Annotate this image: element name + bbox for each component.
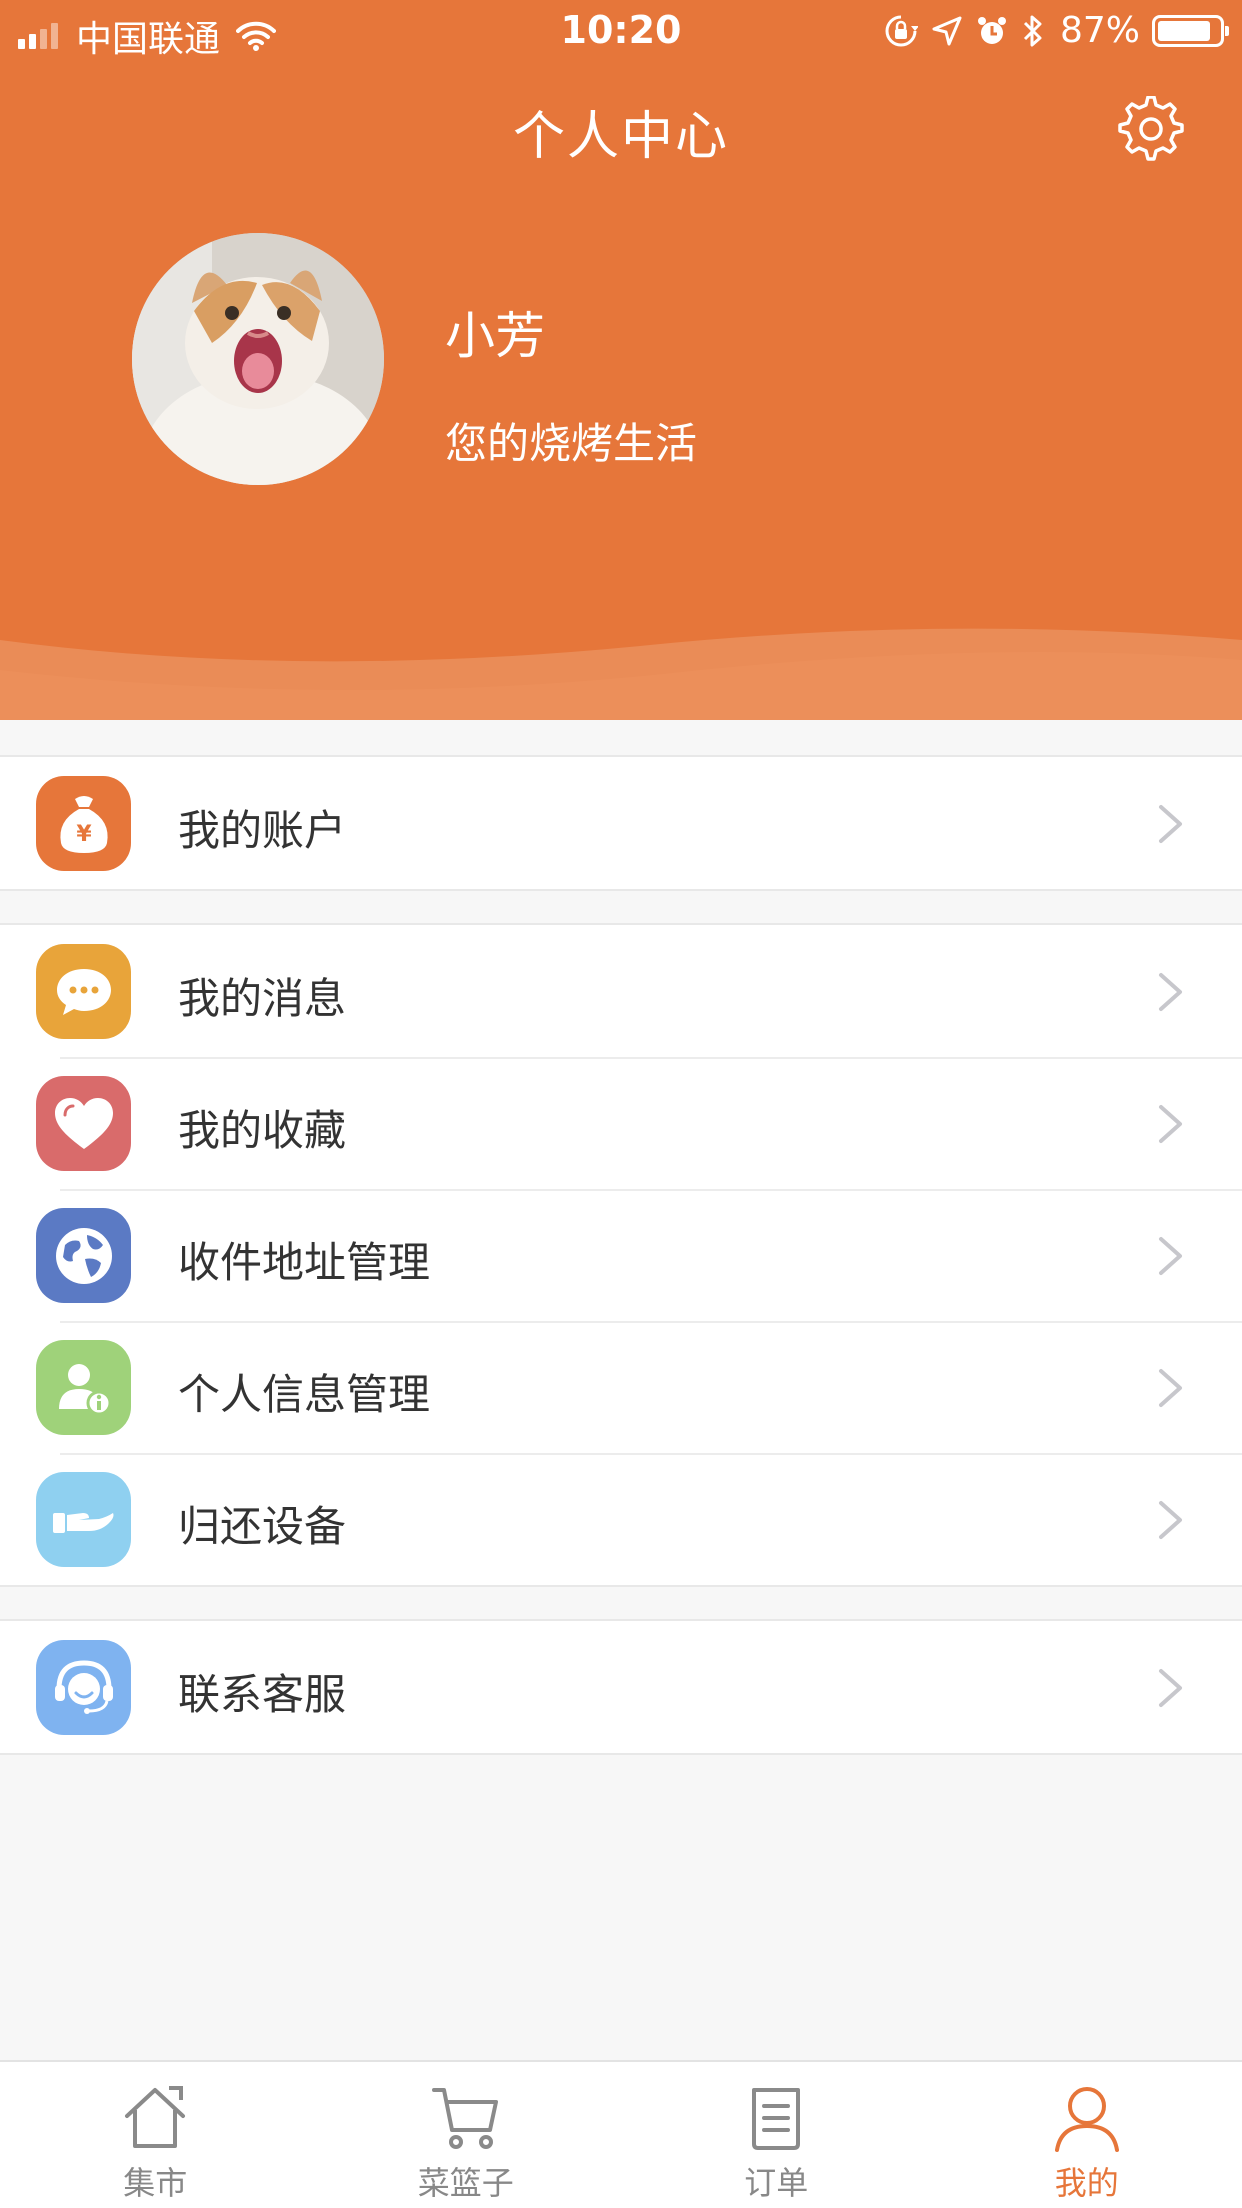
status-bar: 中国联通 10:20 87% [0, 0, 1242, 60]
globe-icon [36, 1208, 131, 1303]
tab-label: 订单 [744, 2164, 809, 2202]
battery-level [1158, 20, 1211, 41]
hand-icon [36, 1472, 131, 1567]
person-icon [1054, 2087, 1119, 2152]
tab-label: 菜篮子 [417, 2164, 514, 2202]
tab-mine[interactable]: 我的 [932, 2062, 1242, 2208]
gear-icon [1118, 95, 1184, 161]
money-bag-icon: ¥ [36, 776, 131, 871]
menu-item-messages[interactable]: 我的消息 [0, 925, 1242, 1057]
menu-item-label: 联系客服 [178, 1670, 347, 1719]
cart-icon [431, 2088, 498, 2149]
battery-icon [1152, 14, 1229, 47]
user-name: 小芳 [445, 307, 545, 365]
house-icon [125, 2086, 186, 2148]
user-slogan: 您的烧烤生活 [445, 419, 698, 468]
chevron-right-icon [1159, 1105, 1182, 1143]
rotation-lock-icon [884, 14, 918, 48]
bluetooth-icon [1022, 14, 1044, 48]
alarm-icon [976, 15, 1008, 47]
svg-text:¥: ¥ [76, 822, 92, 847]
location-icon [932, 16, 962, 46]
menu-item-address[interactable]: 收件地址管理 [0, 1189, 1242, 1321]
menu-item-label: 我的账户 [178, 806, 347, 855]
chevron-right-icon [1159, 973, 1182, 1011]
chevron-right-icon [1159, 1237, 1182, 1275]
status-right: 87% [870, 10, 1229, 51]
heart-icon [36, 1076, 131, 1171]
profile-header: 中国联通 10:20 87% 个人中心 小芳 您的烧烤生活 [0, 0, 1242, 720]
menu-item-customer-service[interactable]: 联系客服 [0, 1621, 1242, 1753]
chevron-right-icon [1159, 1369, 1182, 1407]
menu-group-account: ¥ 我的账户 [0, 755, 1242, 891]
menu-item-account[interactable]: ¥ 我的账户 [0, 757, 1242, 889]
user-info-icon [36, 1340, 131, 1435]
avatar[interactable] [132, 233, 384, 485]
battery-percent: 87% [1059, 10, 1140, 51]
cat-photo [132, 233, 384, 485]
menu-group-support: 联系客服 [0, 1619, 1242, 1755]
chevron-right-icon [1159, 1669, 1182, 1707]
tab-basket[interactable]: 菜篮子 [311, 2062, 622, 2208]
menu-item-label: 个人信息管理 [178, 1370, 431, 1419]
tab-label: 集市 [123, 2164, 188, 2202]
menu-item-favorites[interactable]: 我的收藏 [0, 1057, 1242, 1189]
menu-item-label: 我的消息 [178, 974, 347, 1023]
document-icon [752, 2088, 801, 2150]
menu-item-return-device[interactable]: 归还设备 [0, 1453, 1242, 1585]
chat-bubble-icon [36, 944, 131, 1039]
chevron-right-icon [1159, 805, 1182, 843]
page-title: 个人中心 [512, 107, 729, 167]
tab-orders[interactable]: 订单 [621, 2062, 932, 2208]
tab-label: 我的 [1054, 2164, 1119, 2202]
menu-item-label: 归还设备 [178, 1502, 347, 1551]
menu-item-personal-info[interactable]: 个人信息管理 [0, 1321, 1242, 1453]
tab-bar: 集市 菜篮子 订单 我的 [0, 2060, 1242, 2208]
menu-item-label: 收件地址管理 [178, 1238, 431, 1287]
menu-group-main: 我的消息 我的收藏 收件地址管理 个人信息管理 归还设备 [0, 923, 1242, 1587]
headset-icon [36, 1640, 131, 1735]
menu-item-label: 我的收藏 [178, 1106, 347, 1155]
tab-market[interactable]: 集市 [0, 2062, 311, 2208]
chevron-right-icon [1159, 1501, 1182, 1539]
settings-button[interactable] [1118, 95, 1184, 162]
header-wave [0, 628, 1242, 720]
